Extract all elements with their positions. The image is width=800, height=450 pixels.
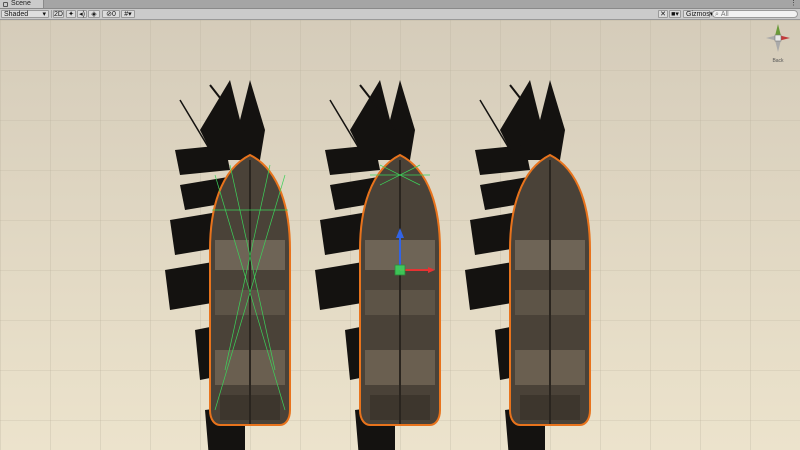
gizmos-label: Gizmos [686,10,710,18]
tools-button[interactable]: ✕ [658,10,668,18]
audio-toggle-button[interactable]: ◂) [77,10,87,18]
chevron-down-icon: ▾ [42,10,46,18]
window-menu-icon[interactable]: ⋮ [790,0,797,8]
camera-icon: ■▾ [671,10,679,18]
scene-orientation-gizmo[interactable]: Back [764,22,792,64]
gizmos-dropdown[interactable]: Gizmos ▾ [683,10,713,18]
scene-toolbar: Shaded ▾ 2D ✦ ◂) ◈ ⊘ 0 #▾ ✕ ■▾ Gizmos ▾ … [0,9,800,20]
camera-button[interactable]: ■▾ [669,10,681,18]
search-input[interactable]: ⌕ All [712,10,798,18]
2d-mode-button[interactable]: 2D [53,10,64,18]
search-placeholder: All [720,10,729,18]
tab-scene[interactable]: Scene [0,0,44,8]
light-toggle-icon: ✦ [68,10,74,18]
search-icon: ⌕ [715,10,719,18]
scene-render[interactable] [0,20,800,450]
effects-button[interactable]: ◈ [88,10,100,18]
gizmo-view-label: Back [772,58,784,64]
2d-mode-label: 2D [54,10,63,18]
grid-icon: #▾ [124,10,132,18]
tab-scene-label: Scene [11,0,31,7]
audio-toggle-icon: ◂) [79,10,85,18]
light-toggle-button[interactable]: ✦ [66,10,76,18]
tools-icon: ✕ [660,10,666,18]
hidden-objects-button[interactable]: ⊘ 0 [102,10,120,18]
draw-mode-label: Shaded [4,10,29,18]
scene-gizmo-icon[interactable] [764,22,792,58]
scene-viewport[interactable] [0,20,800,450]
toolbar-separator [51,10,52,18]
scene-tab-icon [3,1,8,7]
effects-icon: ◈ [91,10,97,18]
hidden-objects-count: 0 [111,10,116,18]
draw-mode-dropdown[interactable]: Shaded ▾ [1,10,49,18]
editor-tab-bar: Scene ⋮ [0,0,800,9]
grid-snapping-button[interactable]: #▾ [121,10,135,18]
